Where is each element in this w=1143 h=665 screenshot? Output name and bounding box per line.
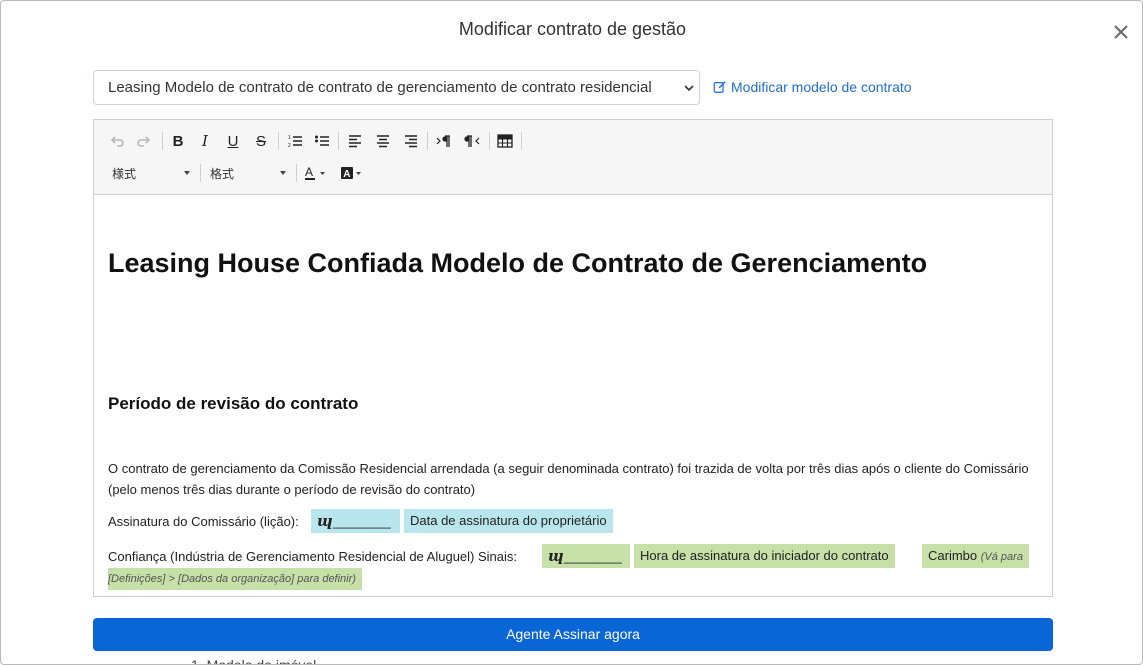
toolbar-separator: [162, 132, 163, 150]
stamp-field[interactable]: Carimbo (Vá para: [922, 544, 1029, 568]
trust-signature-field[interactable]: ɰ________: [542, 544, 630, 568]
toolbar-separator: [338, 132, 339, 150]
section-heading: Período de revisão do contrato: [108, 394, 359, 413]
caret-down-icon: [184, 171, 190, 175]
trust-signature-label: Confiança (Indústria de Gerenciamento Re…: [108, 549, 518, 564]
chevron-down-icon: [684, 85, 694, 92]
document-title: Leasing House Confiada Modelo de Contrat…: [108, 248, 928, 278]
format-dropdown[interactable]: 格式: [210, 162, 290, 184]
edit-template-label: Modificar modelo de contrato: [731, 79, 912, 95]
manage-contract-modal: Modificar contrato de gestão Leasing Mod…: [0, 0, 1143, 665]
align-center-button[interactable]: [372, 130, 394, 152]
contract-template-select[interactable]: Leasing Modelo de contrato de contrato d…: [93, 70, 700, 105]
italic-button[interactable]: I: [194, 130, 216, 152]
align-left-button[interactable]: [344, 130, 366, 152]
signature-icon: ɰ: [317, 512, 333, 530]
svg-text:A: A: [305, 165, 313, 179]
agent-sign-now-button[interactable]: Agente Assinar agora: [93, 618, 1053, 651]
commissioner-signature-field[interactable]: ɰ________: [311, 509, 400, 533]
ordered-list-icon: 12: [288, 135, 302, 149]
toolbar-separator: [278, 132, 279, 150]
text-color-icon: A: [305, 165, 325, 180]
ltr-icon: [436, 135, 450, 147]
redo-icon: [137, 136, 151, 147]
redo-button[interactable]: [133, 130, 155, 152]
template-select-value: Leasing Modelo de contrato de contrato d…: [108, 79, 652, 96]
stamp-label: Carimbo: [928, 548, 978, 563]
insert-table-button[interactable]: [494, 130, 516, 152]
align-center-icon: [377, 135, 389, 148]
stamp-hint-continuation: [Definições] > [Dados da organização] pa…: [108, 568, 362, 590]
editor-toolbar: B I U S 12 様式 格式 A A: [94, 120, 1052, 195]
strikethrough-button[interactable]: S: [250, 130, 272, 152]
background-color-icon: A: [341, 167, 361, 180]
initiator-sign-time-field[interactable]: Hora de assinatura do iniciador do contr…: [634, 544, 895, 568]
table-icon: [497, 134, 513, 148]
bullet-list-button[interactable]: [311, 130, 333, 152]
align-left-icon: [349, 135, 361, 148]
align-right-button[interactable]: [400, 130, 422, 152]
toolbar-separator: [200, 164, 201, 182]
signature-blank: ________: [332, 514, 391, 529]
undo-button[interactable]: [106, 130, 128, 152]
style-dropdown[interactable]: 様式: [112, 162, 192, 184]
editor-content[interactable]: Leasing House Confiada Modelo de Contrat…: [94, 196, 1052, 596]
rich-text-editor: B I U S 12 様式 格式 A A Leasing House Confi…: [93, 119, 1053, 597]
stamp-hint-start: (Vá para: [980, 551, 1023, 563]
signature-icon: ɰ: [548, 547, 564, 565]
text-color-button[interactable]: A: [302, 162, 330, 184]
svg-text:2: 2: [288, 143, 291, 149]
background-color-button[interactable]: A: [338, 162, 366, 184]
ordered-list-button[interactable]: 12: [284, 130, 306, 152]
ltr-direction-button[interactable]: [433, 130, 455, 152]
caret-down-icon: [280, 171, 286, 175]
close-button[interactable]: [1111, 22, 1131, 42]
signature-blank-2: ________: [563, 549, 622, 564]
format-dropdown-label: 格式: [210, 166, 235, 181]
undo-icon: [110, 136, 124, 147]
svg-text:1: 1: [288, 135, 291, 141]
underline-button[interactable]: U: [222, 130, 244, 152]
toolbar-separator: [489, 132, 490, 150]
background-content-peek: 1. Modelo do imóvel...: [191, 657, 328, 665]
style-dropdown-label: 様式: [112, 166, 137, 181]
edit-icon: [713, 81, 726, 93]
owner-sign-date-field[interactable]: Data de assinatura do proprietário: [404, 509, 613, 533]
toolbar-separator: [521, 132, 522, 150]
contract-paragraph: O contrato de gerenciamento da Comissão …: [108, 461, 1029, 497]
modal-title: Modificar contrato de gestão: [458, 19, 687, 39]
toolbar-separator: [427, 132, 428, 150]
align-right-icon: [405, 135, 417, 148]
edit-template-link[interactable]: Modificar modelo de contrato: [713, 79, 912, 95]
toolbar-separator: [296, 164, 297, 182]
commissioner-signature-label: Assinatura do Comissário (lição):: [108, 514, 299, 529]
svg-text:A: A: [343, 169, 350, 180]
close-icon: [1114, 25, 1128, 39]
bullet-list-icon: [315, 135, 329, 146]
bold-button[interactable]: B: [167, 130, 189, 152]
rtl-icon: [464, 135, 480, 147]
rtl-direction-button[interactable]: [461, 130, 483, 152]
